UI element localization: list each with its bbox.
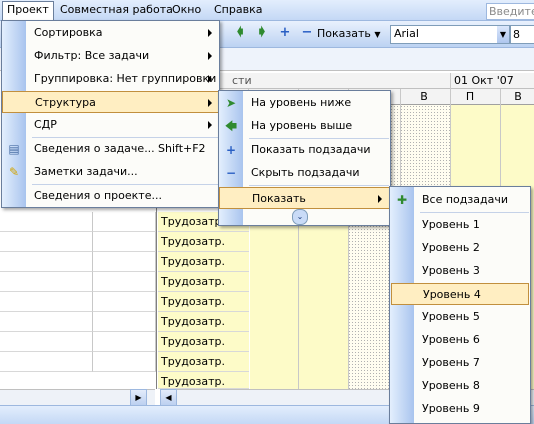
column-header-fragment: сти <box>232 74 252 87</box>
minus-blue-icon: − <box>225 166 237 180</box>
font-name-select[interactable]: Arial ▼ <box>390 25 510 44</box>
table-cell[interactable] <box>93 332 156 352</box>
table-cell[interactable] <box>0 312 93 332</box>
toolbar-show-dropdown[interactable]: Показать ▼ <box>317 25 381 43</box>
table-cell[interactable] <box>93 352 156 372</box>
row-label: Трудозатр. <box>158 232 249 252</box>
task-info-icon: ▤ <box>8 142 20 156</box>
plus-blue-icon: + <box>225 143 237 157</box>
show-submenu: ✚ Все подзадачи Уровень 1 Уровень 2 Урове… <box>389 186 531 424</box>
table-cell[interactable] <box>93 252 156 272</box>
table-cell[interactable] <box>0 292 93 312</box>
chevron-right-icon <box>208 99 212 107</box>
table-cell[interactable] <box>0 252 93 272</box>
menu-item-all-subtasks[interactable]: ✚ Все подзадачи <box>390 189 530 211</box>
menu-item-group[interactable]: Группировка: Нет группировки <box>2 68 219 90</box>
arrow-left-green-icon: 🡄 <box>224 119 238 133</box>
chevron-down-icon[interactable]: ▼ <box>497 26 509 43</box>
menu-item-show-subtasks[interactable]: + Показать подзадачи <box>219 139 390 161</box>
note-icon: ✎ <box>8 165 20 179</box>
chevron-right-icon <box>208 52 212 60</box>
project-menu: Сортировка Фильтр: Все задачи Группировк… <box>1 20 220 208</box>
table-cell[interactable] <box>93 212 156 232</box>
menu-window[interactable]: Окно <box>168 2 205 18</box>
menu-item-sort[interactable]: Сортировка <box>2 22 219 44</box>
row-label: Трудозатр. <box>158 372 249 389</box>
chevron-right-icon <box>208 121 212 129</box>
row-label: Трудозатр. <box>158 252 249 272</box>
table-cell[interactable] <box>93 312 156 332</box>
table-cell[interactable] <box>93 272 156 292</box>
menu-item-indent[interactable]: ➤ На уровень ниже <box>219 92 390 114</box>
table-cell[interactable] <box>0 272 93 292</box>
timescale-date: 01 Окт '07 <box>454 74 514 87</box>
table-cell[interactable] <box>93 232 156 252</box>
minus-blue-icon[interactable]: − <box>299 25 315 41</box>
menu-item-show[interactable]: Показать <box>219 187 390 209</box>
scroll-left-icon[interactable]: ◀ <box>160 389 177 406</box>
menu-item-level-4[interactable]: Уровень 4 <box>391 283 529 305</box>
table-cell[interactable] <box>93 292 156 312</box>
menu-item-task-info[interactable]: ▤ Сведения о задаче... Shift+F2 <box>2 138 219 160</box>
table-cell[interactable] <box>0 352 93 372</box>
menu-item-task-notes[interactable]: ✎ Заметки задачи... <box>2 161 219 183</box>
scroll-right-icon[interactable]: ▶ <box>130 389 147 406</box>
menu-item-level-7[interactable]: Уровень 7 <box>390 352 530 374</box>
menu-item-wbs[interactable]: СДР <box>2 114 219 136</box>
day-label: П <box>465 90 475 103</box>
double-chevron-down-icon[interactable]: ⌄ <box>292 209 308 225</box>
menu-item-level-3[interactable]: Уровень 3 <box>390 260 530 282</box>
menu-collaboration[interactable]: Совместная работа <box>56 2 177 18</box>
menu-item-project-info[interactable]: Сведения о проекте... <box>2 185 219 207</box>
menu-help[interactable]: Справка <box>210 2 266 18</box>
menu-item-level-9[interactable]: Уровень 9 <box>390 398 530 420</box>
arrow-right-green-icon: ➤ <box>225 96 237 110</box>
menu-item-level-8[interactable]: Уровень 8 <box>390 375 530 397</box>
plus-blue-icon[interactable]: + <box>277 25 293 41</box>
row-label: Трудозатр. <box>158 292 249 312</box>
table-cell[interactable] <box>0 232 93 252</box>
table-cell[interactable] <box>0 212 93 232</box>
structure-submenu: ➤ На уровень ниже 🡄 На уровень выше + Показ… <box>218 90 391 226</box>
menu-item-level-5[interactable]: Уровень 5 <box>390 306 530 328</box>
menu-item-outdent[interactable]: 🡄 На уровень выше <box>219 115 390 137</box>
row-label: Трудозатр. <box>158 352 249 372</box>
arrow-right-green-icon[interactable]: 🡂 <box>254 25 270 41</box>
day-label: В <box>420 90 428 103</box>
menu-item-structure[interactable]: Структура <box>2 91 219 113</box>
help-search-input[interactable]: Введите <box>486 3 534 20</box>
menu-item-hide-subtasks[interactable]: − Скрыть подзадачи <box>219 162 390 184</box>
row-label: Трудозатр. <box>158 332 249 352</box>
plus-plus-green-icon: ✚ <box>396 193 408 207</box>
chevron-right-icon <box>208 29 212 37</box>
row-label: Трудозатр. <box>158 272 249 292</box>
menu-item-level-6[interactable]: Уровень 6 <box>390 329 530 351</box>
row-label: Трудозатр. <box>158 312 249 332</box>
chevron-right-icon <box>378 195 382 203</box>
arrow-left-green-icon[interactable]: 🡀 <box>232 25 248 41</box>
day-label: В <box>514 90 522 103</box>
chevron-right-icon <box>208 75 212 83</box>
menu-item-level-1[interactable]: Уровень 1 <box>390 214 530 236</box>
menu-project[interactable]: Проект <box>2 1 54 21</box>
menu-item-filter[interactable]: Фильтр: Все задачи <box>2 45 219 67</box>
menu-item-level-2[interactable]: Уровень 2 <box>390 237 530 259</box>
table-cell[interactable] <box>0 332 93 352</box>
font-size-select[interactable]: 8 <box>510 25 534 44</box>
